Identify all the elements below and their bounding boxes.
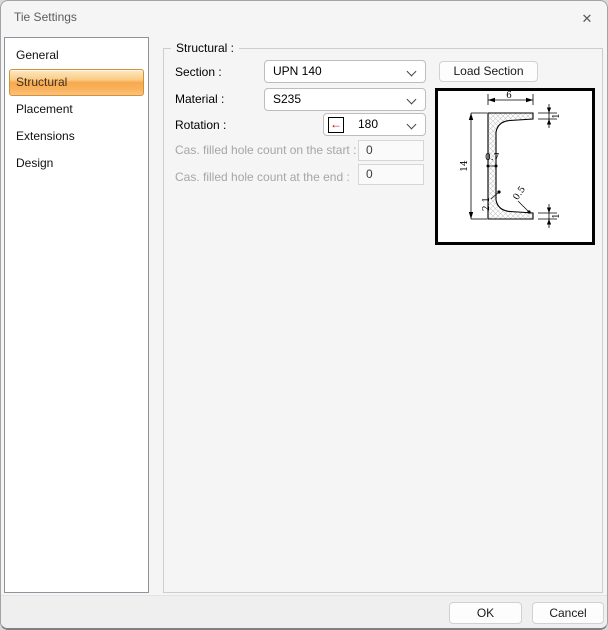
structural-group-title: Structural : bbox=[171, 41, 239, 55]
holes-end-label: Cas. filled hole count at the end : bbox=[175, 170, 350, 184]
close-icon[interactable]: ✕ bbox=[575, 7, 599, 31]
window-title: Tie Settings bbox=[14, 10, 77, 24]
upn-section-drawing: 6 14 0.7 2.1 0.5 bbox=[438, 91, 592, 242]
section-preview: 6 14 0.7 2.1 0.5 bbox=[435, 88, 595, 245]
chevron-down-icon[interactable] bbox=[407, 95, 417, 105]
dim-root-thickness: 2.1 bbox=[482, 197, 492, 211]
material-combobox[interactable]: S235 bbox=[264, 88, 426, 111]
dim-tip-bottom: 1 bbox=[552, 213, 562, 219]
ok-button[interactable]: OK bbox=[449, 602, 522, 624]
dim-radius: 0.5 bbox=[512, 185, 529, 203]
sidebar-item-design[interactable]: Design bbox=[5, 150, 148, 177]
section-combobox[interactable]: UPN 140 bbox=[264, 60, 426, 83]
section-label: Section : bbox=[175, 65, 222, 79]
chevron-down-icon[interactable] bbox=[407, 120, 417, 130]
holes-start-label: Cas. filled hole count on the start : bbox=[175, 143, 356, 157]
chevron-down-icon[interactable] bbox=[407, 67, 417, 77]
dim-height: 14 bbox=[460, 160, 470, 172]
tie-settings-dialog: Tie Settings ✕ General Structural Placem… bbox=[0, 0, 608, 630]
cancel-button[interactable]: Cancel bbox=[532, 602, 604, 624]
sidebar-item-extensions[interactable]: Extensions bbox=[5, 123, 148, 150]
rotation-combobox[interactable]: ← 180 bbox=[323, 113, 426, 136]
rotation-arrow-icon: ← bbox=[328, 117, 344, 133]
rotation-value: 180 bbox=[358, 114, 378, 135]
rotation-label: Rotation : bbox=[175, 118, 226, 132]
material-label: Material : bbox=[175, 92, 224, 106]
sidebar-item-general[interactable]: General bbox=[5, 42, 148, 69]
holes-end-field: 0 bbox=[358, 164, 424, 185]
dim-tip-top: 1 bbox=[552, 113, 562, 119]
dim-web-thickness: 0.7 bbox=[485, 153, 500, 163]
dim-flange-width: 6 bbox=[506, 91, 512, 101]
sidebar-item-placement[interactable]: Placement bbox=[5, 96, 148, 123]
sidebar-item-structural[interactable]: Structural bbox=[9, 69, 144, 96]
settings-sidebar: General Structural Placement Extensions … bbox=[4, 37, 149, 593]
section-value: UPN 140 bbox=[273, 61, 322, 82]
holes-start-field: 0 bbox=[358, 140, 424, 161]
material-value: S235 bbox=[273, 89, 301, 110]
load-section-button[interactable]: Load Section bbox=[439, 61, 538, 82]
